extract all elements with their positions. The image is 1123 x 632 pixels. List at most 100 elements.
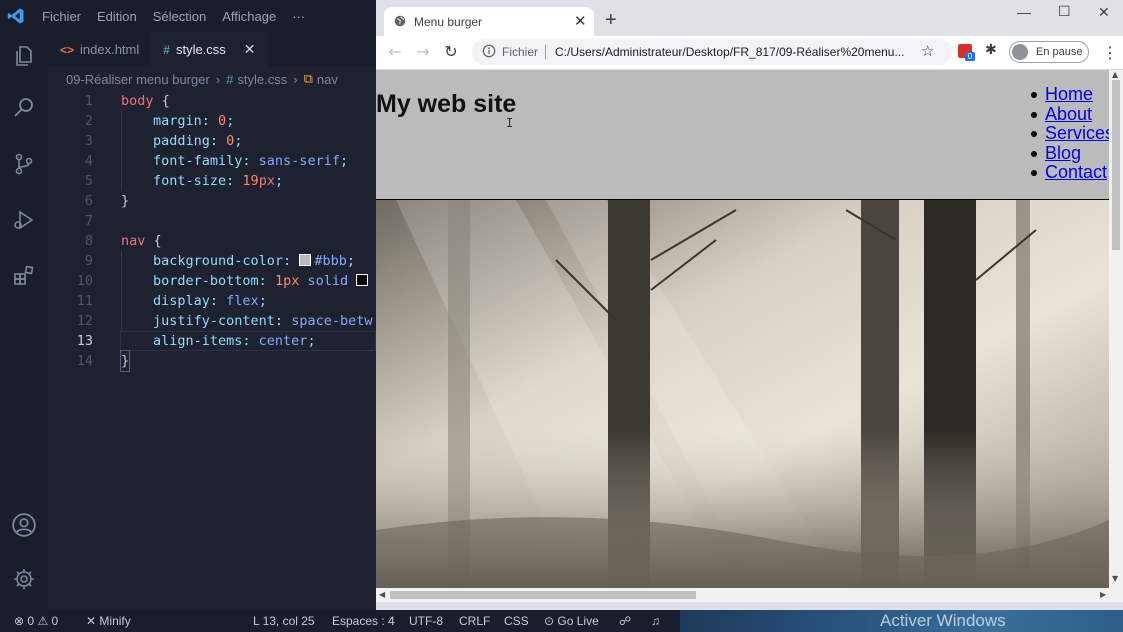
css-file-icon: # <box>226 71 234 87</box>
new-tab-button[interactable]: + <box>605 9 617 32</box>
code-line: 6} <box>84 193 130 209</box>
feedback-icon[interactable]: ☍ <box>619 610 631 632</box>
scrollbar-thumb[interactable] <box>390 591 696 599</box>
tab-style-css[interactable]: # style.css ✕ <box>151 32 268 67</box>
menu-affichage[interactable]: Affichage <box>222 9 276 24</box>
forward-arrow-icon[interactable]: → <box>414 43 432 61</box>
close-window-icon[interactable]: ✕ <box>1098 4 1110 21</box>
code-line: 3 padding: 0; <box>84 133 243 149</box>
site-nav: My web site I Home About Services Blog C… <box>376 70 1109 200</box>
explorer-icon[interactable] <box>8 40 40 72</box>
menu-link-contact[interactable]: Contact <box>1045 162 1107 182</box>
avatar <box>1012 44 1028 60</box>
broadcast-icon: ⊙ <box>544 614 555 628</box>
problems-indicator[interactable]: ⊗ 0 ⚠ 0 <box>14 610 58 632</box>
source-control-icon[interactable] <box>8 148 40 180</box>
close-tab-icon[interactable]: ✕ <box>574 12 587 30</box>
vertical-scrollbar[interactable]: ▲ ▼ <box>1109 70 1123 588</box>
breadcrumb-folder[interactable]: 09-Réaliser menu burger <box>66 72 210 87</box>
page-viewport: My web site I Home About Services Blog C… <box>376 70 1109 588</box>
menu-link-about[interactable]: About <box>1045 104 1092 124</box>
extensions-puzzle-icon[interactable]: ✱ <box>985 42 997 58</box>
browser-toolbar: ← → ↻ Fichier C:/Users/Administrateur/De… <box>376 36 1123 70</box>
site-title: My web site <box>376 90 517 118</box>
close-tab-icon[interactable]: ✕ <box>244 41 256 58</box>
cursor-position[interactable]: L 13, col 25 <box>253 610 315 632</box>
breadcrumb-file[interactable]: style.css <box>237 72 287 87</box>
chrome-window: Menu burger ✕ + — ☐ ✕ ← → ↻ Fichier C:/U… <box>376 0 1123 610</box>
horizontal-scrollbar[interactable]: ◀ ▶ <box>376 588 1123 602</box>
breadcrumb: 09-Réaliser menu burger › # style.css › … <box>48 67 376 91</box>
code-line: 2 margin: 0; <box>84 113 235 129</box>
tab-label: style.css <box>175 42 226 57</box>
settings-gear-icon[interactable] <box>8 563 40 595</box>
bookmark-star-icon[interactable]: ☆ <box>921 42 934 60</box>
menu-link-home[interactable]: Home <box>1045 84 1093 104</box>
code-line-current: 13 align-items: center; <box>76 333 316 349</box>
code-editor[interactable]: 1 body { 2 margin: 0; 3 padding: 0; 4 font-f… <box>48 91 376 610</box>
line-ending[interactable]: CRLF <box>459 610 490 632</box>
notifications-bell-icon[interactable]: ♫ <box>651 610 660 632</box>
extensions-icon[interactable] <box>8 260 40 292</box>
css-file-icon: # <box>163 42 170 57</box>
scroll-left-icon[interactable]: ◀ <box>379 590 385 599</box>
language-mode[interactable]: CSS <box>504 610 529 632</box>
back-arrow-icon[interactable]: ← <box>386 43 404 61</box>
menu-link-services[interactable]: Services <box>1045 123 1109 143</box>
chevron-right-icon: › <box>215 71 221 87</box>
omnibox-divider <box>545 45 546 59</box>
menu-list-item: Blog <box>1030 143 1109 164</box>
editor-tabs: <> index.html # style.css ✕ <box>48 32 376 67</box>
code-line: 11 display: flex; <box>76 293 267 309</box>
scroll-right-icon[interactable]: ▶ <box>1100 590 1106 599</box>
account-icon[interactable] <box>8 509 40 541</box>
tab-index-html[interactable]: <> index.html <box>48 32 151 67</box>
extension-icon[interactable]: 0 <box>958 44 975 61</box>
color-swatch[interactable] <box>299 254 312 266</box>
minimize-icon[interactable]: — <box>1017 4 1031 20</box>
more-menu-icon[interactable]: ⋮ <box>1102 43 1118 62</box>
scroll-up-icon[interactable]: ▲ <box>1112 70 1118 79</box>
scroll-down-icon[interactable]: ▼ <box>1112 574 1118 583</box>
status-bar: ⊗ 0 ⚠ 0 ✕ Minify L 13, col 25 Espaces : … <box>0 610 1123 632</box>
reload-icon[interactable]: ↻ <box>442 43 460 61</box>
search-icon[interactable] <box>8 92 40 124</box>
maximize-icon[interactable]: ☐ <box>1058 3 1071 20</box>
info-icon[interactable] <box>482 44 496 58</box>
menu-list-item: About <box>1030 104 1109 125</box>
protocol-label: Fichier <box>502 45 539 59</box>
chevron-right-icon: › <box>293 71 298 87</box>
menu-fichier[interactable]: Fichier <box>42 9 81 24</box>
run-debug-icon[interactable] <box>8 204 40 236</box>
profile-button[interactable]: En pause <box>1009 41 1089 63</box>
code-line: 12 justify-content: space-betw <box>76 313 373 329</box>
globe-icon <box>394 15 406 27</box>
vscode-window: Fichier Edition Sélection Affichage ··· <box>0 0 376 610</box>
address-bar[interactable]: Fichier C:/Users/Administrateur/Desktop/… <box>472 39 952 65</box>
code-line: 1 body { <box>84 93 170 109</box>
menu-selection[interactable]: Sélection <box>153 9 206 24</box>
code-line: 8 nav { <box>84 233 162 249</box>
go-live-button[interactable]: ⊙ Go Live <box>544 610 599 632</box>
tab-strip: Menu burger ✕ + — ☐ ✕ <box>376 0 1123 36</box>
url-text[interactable]: C:/Users/Administrateur/Desktop/FR_817/0… <box>555 45 904 59</box>
code-line: 4 font-family: sans-serif; <box>84 153 349 169</box>
scrollbar-thumb[interactable] <box>1112 80 1120 250</box>
hero-forest-image <box>376 200 1109 588</box>
menu-edition[interactable]: Edition <box>97 9 137 24</box>
color-swatch[interactable] <box>356 274 369 286</box>
menu-link-blog[interactable]: Blog <box>1045 143 1081 163</box>
code-line: 14} <box>76 350 131 372</box>
minify-button[interactable]: ✕ Minify <box>86 610 131 632</box>
code-line: 7 <box>84 213 93 229</box>
encoding[interactable]: UTF-8 <box>409 610 443 632</box>
tab-label: index.html <box>80 42 140 57</box>
menu-more[interactable]: ··· <box>292 9 305 24</box>
browser-tab[interactable]: Menu burger ✕ <box>384 7 594 36</box>
activate-windows-watermark: Activer Windows <box>680 610 1123 632</box>
text-cursor-icon: I <box>506 116 514 130</box>
indentation[interactable]: Espaces : 4 <box>332 610 395 632</box>
html-file-icon: <> <box>60 42 75 57</box>
error-icon: ⊗ <box>14 614 25 628</box>
breadcrumb-symbol[interactable]: nav <box>317 72 338 87</box>
